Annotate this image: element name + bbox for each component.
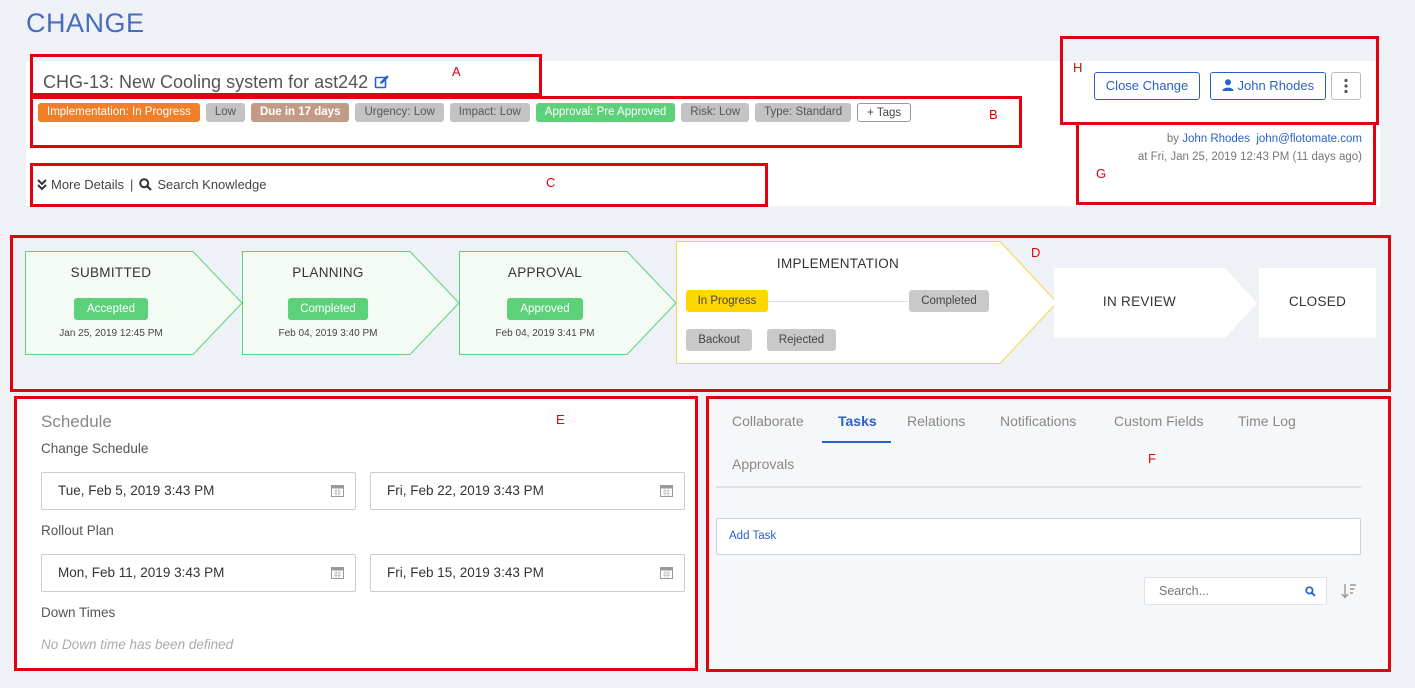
annotation-box-c — [30, 163, 768, 207]
callout-c: C — [546, 175, 556, 190]
annotation-box-b — [30, 96, 1022, 148]
callout-b: B — [989, 107, 998, 122]
callout-h: H — [1073, 60, 1083, 75]
callout-f: F — [1148, 451, 1156, 466]
annotation-box-e — [14, 396, 698, 671]
annotation-box-f — [706, 396, 1391, 672]
annotation-box-g — [1076, 122, 1376, 205]
annotation-box-h — [1060, 36, 1379, 125]
page-title: CHANGE — [26, 8, 145, 38]
annotation-box-d — [10, 235, 1391, 392]
callout-g: G — [1096, 166, 1107, 181]
annotation-box-a — [30, 54, 542, 96]
callout-e: E — [556, 412, 565, 427]
callout-a: A — [452, 64, 461, 79]
callout-d: D — [1031, 245, 1041, 260]
